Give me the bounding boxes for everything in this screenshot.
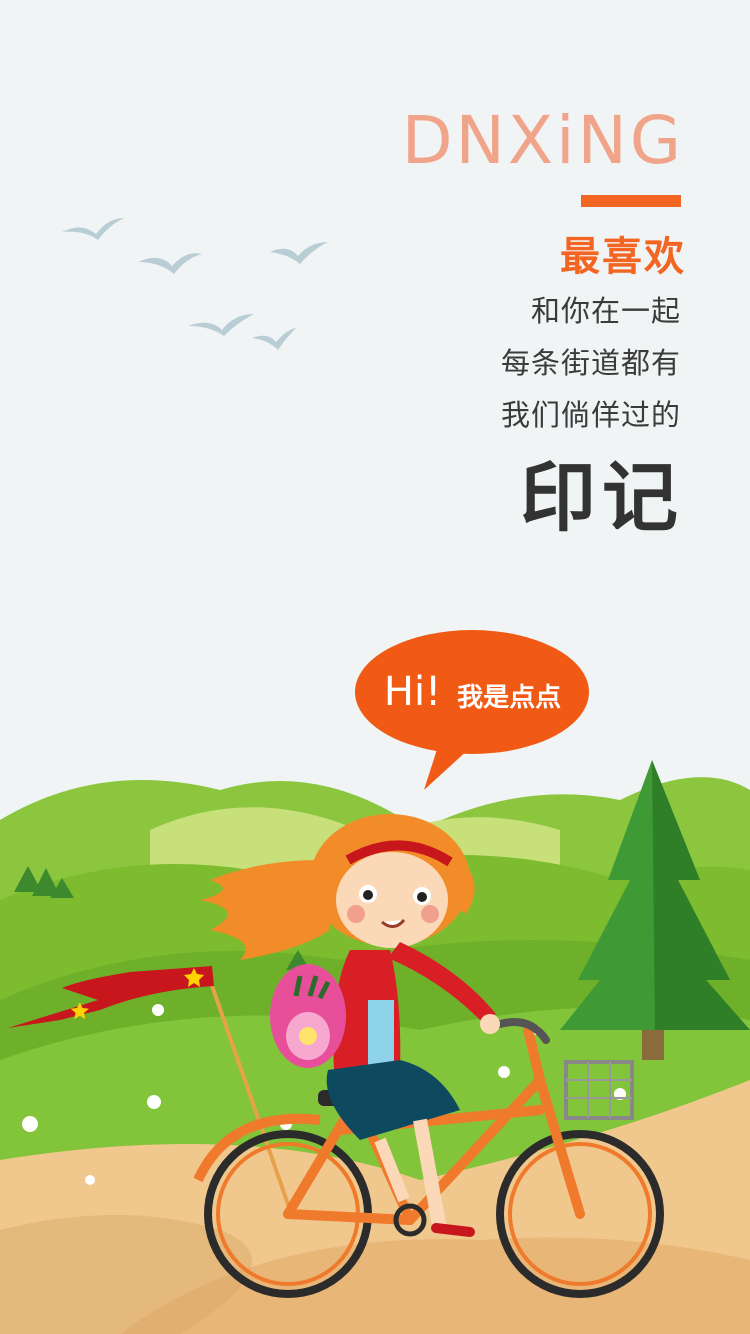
tagline-line-1: 和你在一起	[530, 294, 681, 328]
brand-logo-text: DNXiNG	[401, 102, 684, 179]
tagline-line-3: 我们倘佯过的	[500, 398, 681, 432]
tagline-emphasis: 印记	[520, 453, 684, 542]
tagline-headline: 最喜欢	[560, 234, 686, 280]
tagline-line-2: 每条街道都有	[500, 346, 681, 380]
bubble-text: 我是点点	[457, 682, 562, 713]
brand-divider	[581, 195, 681, 207]
bubble-greeting: Hi!	[383, 669, 442, 715]
birds-icon	[62, 218, 328, 350]
speech-bubble: Hi! 我是点点	[356, 630, 589, 754]
